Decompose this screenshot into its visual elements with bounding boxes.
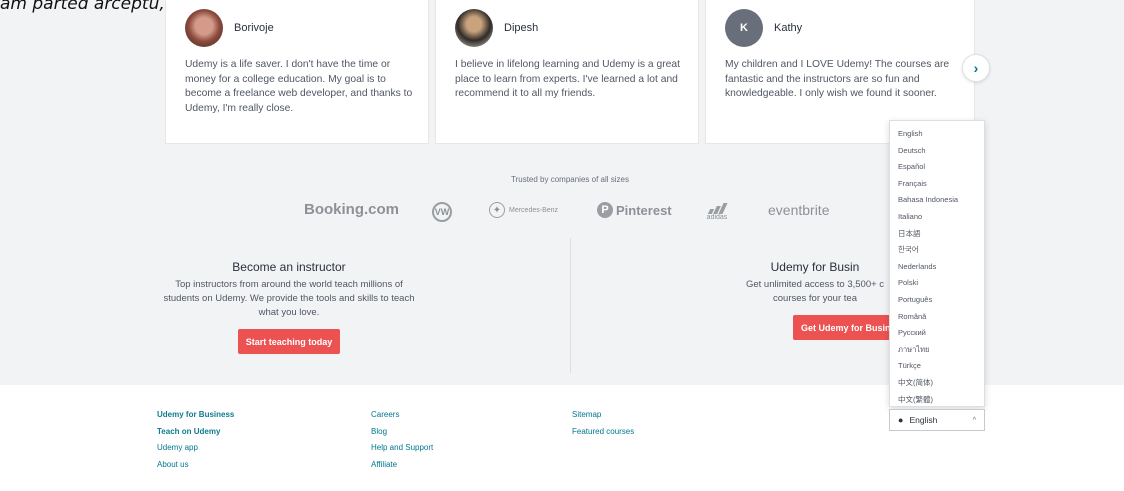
mercedes-logo-text: Mercedes-Benz bbox=[509, 206, 559, 214]
business-title: Udemy for Busin bbox=[770, 260, 860, 274]
carousel-next-button[interactable]: › bbox=[962, 54, 990, 82]
language-option[interactable]: Polski bbox=[898, 275, 984, 292]
avatar bbox=[455, 9, 493, 47]
testimonial-name: Borivoje bbox=[234, 22, 274, 34]
start-teaching-button[interactable]: Start teaching today bbox=[238, 329, 340, 354]
testimonial-name: Dipesh bbox=[504, 22, 539, 34]
language-option[interactable]: Español bbox=[898, 159, 984, 176]
footer-link-careers[interactable]: Careers bbox=[371, 409, 433, 420]
language-option[interactable]: 한국어 bbox=[898, 242, 984, 259]
footer-link-app[interactable]: Udemy app bbox=[157, 442, 234, 453]
mercedes-star-icon: ✦ bbox=[489, 202, 505, 218]
trusted-label: Trusted by companies of all sizes bbox=[511, 175, 629, 184]
footer-link-about[interactable]: About us bbox=[157, 459, 234, 470]
language-select-value: English bbox=[909, 415, 938, 425]
mercedes-logo: ✦ Mercedes-Benz bbox=[489, 202, 558, 218]
avatar bbox=[185, 9, 223, 47]
footer-column-2: Careers Blog Help and Support Affiliate bbox=[371, 409, 433, 470]
language-option[interactable]: Deutsch bbox=[898, 143, 984, 160]
avatar-letter: K bbox=[740, 22, 748, 34]
footer-link-blog[interactable]: Blog bbox=[371, 426, 433, 437]
get-udemy-business-button[interactable]: Get Udemy for Busin bbox=[793, 315, 890, 340]
footer-link-udemy-business[interactable]: Udemy for Business bbox=[157, 409, 234, 420]
language-option[interactable]: Bahasa Indonesia bbox=[898, 192, 984, 209]
instructor-description: Top instructors from around the world te… bbox=[163, 279, 415, 318]
vw-logo: VW bbox=[432, 202, 452, 222]
language-option[interactable]: English bbox=[898, 126, 984, 143]
language-menu: English Deutsch Español Français Bahasa … bbox=[889, 120, 985, 407]
testimonial-card: Borivoje Udemy is a life saver. I don't … bbox=[165, 0, 429, 144]
globe-icon: ● bbox=[898, 415, 904, 425]
language-option[interactable]: 中文(简体) bbox=[898, 375, 984, 392]
adidas-logo-text: adidas bbox=[706, 214, 728, 221]
chevron-up-icon: ^ bbox=[972, 416, 976, 424]
language-option[interactable]: Русский bbox=[898, 325, 984, 342]
booking-logo: Booking.com bbox=[304, 201, 400, 218]
language-option[interactable]: Türkçe bbox=[898, 358, 984, 375]
language-option[interactable]: 中文(繁體) bbox=[898, 392, 984, 409]
eventbrite-logo: eventbrite bbox=[768, 202, 830, 218]
testimonial-quote: My children and I LOVE Udemy! The course… bbox=[725, 59, 950, 99]
language-option[interactable]: Română bbox=[898, 309, 984, 326]
footer-link-teach[interactable]: Teach on Udemy bbox=[157, 426, 234, 437]
language-option[interactable]: Français bbox=[898, 176, 984, 193]
pinterest-logo-text: Pinterest bbox=[616, 202, 672, 218]
testimonial-quote: I believe in lifelong learning and Udemy… bbox=[455, 59, 680, 99]
pinterest-icon: P bbox=[597, 202, 613, 218]
testimonial-name: Kathy bbox=[774, 22, 803, 34]
testimonial-card: Dipesh I believe in lifelong learning an… bbox=[435, 0, 699, 144]
footer-column-1: Udemy for Business Teach on Udemy Udemy … bbox=[157, 409, 234, 470]
footer-link-affiliate[interactable]: Affiliate bbox=[371, 459, 433, 470]
section-divider bbox=[570, 238, 571, 373]
footer-link-help[interactable]: Help and Support bbox=[371, 442, 433, 453]
footer-link-featured[interactable]: Featured courses bbox=[572, 426, 634, 437]
language-option[interactable]: 日本語 bbox=[898, 226, 984, 243]
adidas-stripes-icon bbox=[702, 202, 732, 214]
business-section: Udemy for Busin Get unlimited access to … bbox=[740, 260, 890, 306]
language-option[interactable]: Nederlands bbox=[898, 259, 984, 276]
avatar: K bbox=[725, 9, 763, 47]
adidas-logo: adidas bbox=[702, 202, 732, 221]
business-description-line2: courses for your tea bbox=[773, 293, 857, 304]
pinterest-logo: P Pinterest bbox=[597, 202, 672, 218]
footer-column-3: Sitemap Featured courses bbox=[572, 409, 634, 437]
instructor-title: Become an instructor bbox=[232, 260, 346, 274]
language-option[interactable]: Português bbox=[898, 292, 984, 309]
footer-link-sitemap[interactable]: Sitemap bbox=[572, 409, 634, 420]
business-description-line1: Get unlimited access to 3,500+ c bbox=[745, 279, 885, 290]
language-option[interactable]: ภาษาไทย bbox=[898, 342, 984, 359]
language-option[interactable]: Italiano bbox=[898, 209, 984, 226]
testimonial-quote: Udemy is a life saver. I don't have the … bbox=[185, 59, 413, 114]
instructor-section: Become an instructor Top instructors fro… bbox=[160, 260, 418, 320]
language-select[interactable]: ● English ^ bbox=[889, 409, 985, 431]
chevron-right-icon: › bbox=[973, 60, 979, 76]
